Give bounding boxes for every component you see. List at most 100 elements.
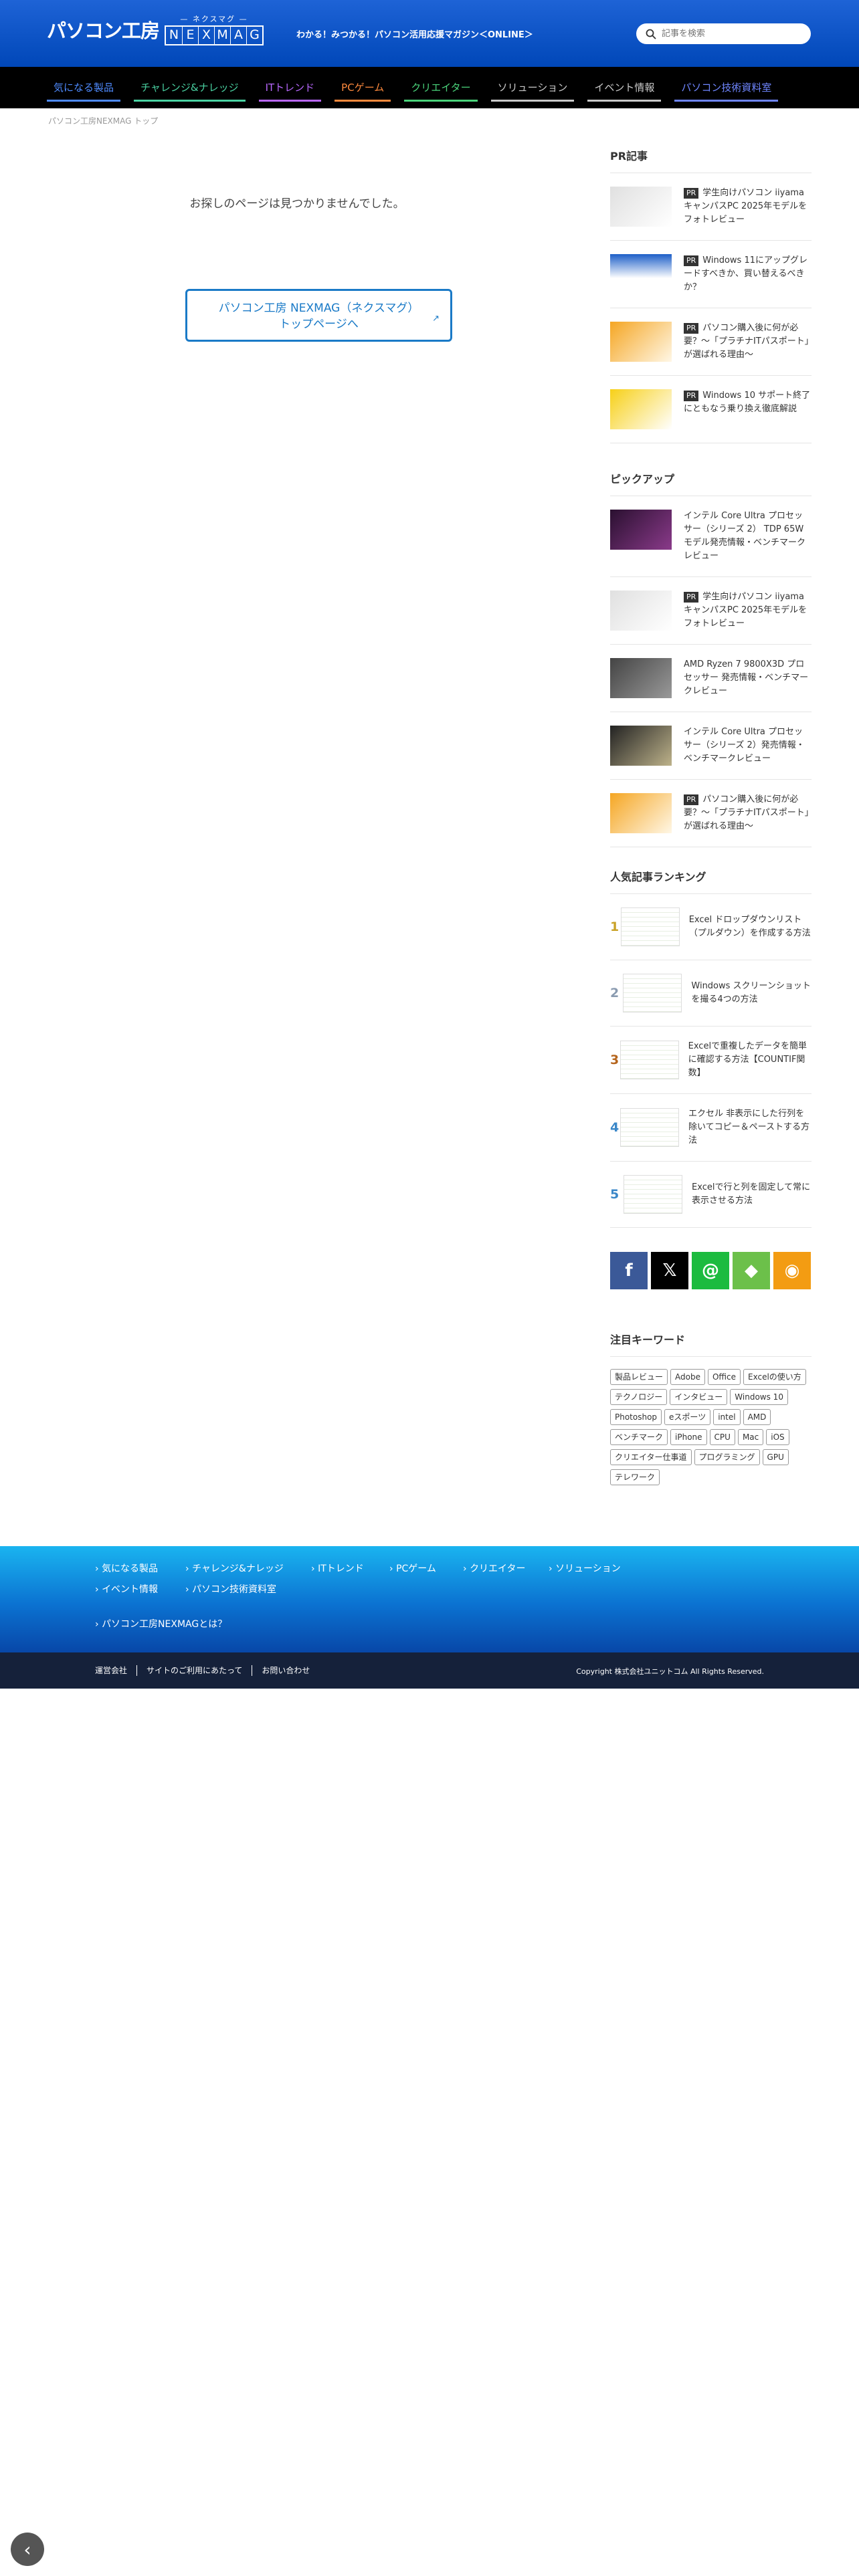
- article-text: インテル Core Ultra プロセッサー（シリーズ 2） TDP 65Wモデ…: [684, 510, 812, 563]
- keyword-tag[interactable]: テクノロジー: [610, 1389, 668, 1405]
- ranking-title: Excel ドロップダウンリスト（プルダウン）を作成する方法: [688, 915, 811, 938]
- keyword-tag[interactable]: Windows 10: [730, 1389, 788, 1405]
- keyword-tag[interactable]: ベンチマーク: [610, 1429, 668, 1445]
- article-title: インテル Core Ultra プロセッサー（シリーズ 2） TDP 65Wモデ…: [684, 511, 806, 561]
- ranking-item[interactable]: 5 Excelで行と列を固定して常に表示させる方法: [610, 1162, 812, 1228]
- footer-link[interactable]: 気になる製品: [95, 1562, 158, 1575]
- ranking-title: Excelで行と列を固定して常に表示させる方法: [692, 1182, 811, 1206]
- article-item[interactable]: PR Windows 10 サポート終了にともなう乗り換え徹底解説: [610, 376, 812, 443]
- logo-letter: N: [169, 27, 179, 42]
- footer-link[interactable]: PCゲーム: [389, 1562, 436, 1575]
- search-input[interactable]: [662, 29, 795, 39]
- nav-item[interactable]: パソコン技術資料室: [674, 80, 779, 102]
- mail-icon[interactable]: @: [692, 1252, 729, 1289]
- copyright: Copyright 株式会社ユニットコム All Rights Reserved…: [576, 1667, 764, 1676]
- logo-letter: A: [230, 27, 246, 44]
- keyword-tag[interactable]: Excelの使い方: [743, 1369, 806, 1385]
- ranking-item[interactable]: 1 Excel ドロップダウンリスト（プルダウン）を作成する方法: [610, 894, 812, 960]
- button-line-2: トップページへ: [279, 318, 359, 331]
- logo-letters: N E X M A G: [165, 25, 264, 45]
- footer-link[interactable]: ITトレンド: [311, 1562, 364, 1575]
- keyword-tag[interactable]: クリエイター仕事道: [610, 1449, 692, 1465]
- article-title: インテル Core Ultra プロセッサー（シリーズ 2）発売情報・ベンチマー…: [684, 727, 805, 764]
- x-icon[interactable]: 𝕏: [651, 1252, 688, 1289]
- article-text: インテル Core Ultra プロセッサー（シリーズ 2）発売情報・ベンチマー…: [684, 726, 812, 766]
- breadcrumb[interactable]: パソコン工房NEXMAG トップ: [48, 115, 158, 126]
- keyword-tag[interactable]: Mac: [737, 1429, 764, 1445]
- back-arrow-button[interactable]: ‹: [11, 2533, 44, 2566]
- footer-company-link[interactable]: 運営会社: [95, 1665, 136, 1676]
- site-logo[interactable]: パソコン工房 — ネクスマグ — N E X M A G: [47, 13, 264, 45]
- keyword-tag[interactable]: インタビュー: [670, 1389, 728, 1405]
- footer-link[interactable]: チャレンジ&ナレッジ: [185, 1562, 284, 1575]
- logo-kana: — ネクスマグ —: [180, 15, 248, 23]
- logo-letter: X: [198, 27, 214, 44]
- ranking-item[interactable]: 2 Windows スクリーンショットを撮る4つの方法: [610, 960, 812, 1027]
- article-thumbnail: [610, 322, 672, 362]
- article-thumbnail: [610, 389, 672, 429]
- nav-item[interactable]: クリエイター: [404, 80, 478, 102]
- article-item[interactable]: AMD Ryzen 7 9800X3D プロセッサー 発売情報・ベンチマークレビ…: [610, 645, 812, 712]
- keyword-tag[interactable]: Photoshop: [610, 1409, 662, 1425]
- keyword-tag[interactable]: iPhone: [670, 1429, 707, 1445]
- tagline: わかる！みつかる！パソコン活用応援マガジン＜ONLINE＞: [296, 30, 533, 40]
- ranking-thumbnail: [619, 1041, 679, 1079]
- footer-link[interactable]: パソコン技術資料室: [185, 1582, 276, 1596]
- article-item[interactable]: PR パソコン購入後に何が必要？〜「プラチナITパスポート」が選ばれる理由〜: [610, 308, 812, 376]
- keyword-tag[interactable]: プログラミング: [694, 1449, 760, 1465]
- footer-link-about[interactable]: パソコン工房NEXMAGとは？: [95, 1617, 227, 1630]
- keyword-tag[interactable]: eスポーツ: [664, 1409, 711, 1425]
- article-text: PR Windows 11にアップグレードすべきか、買い替えるべきか？: [684, 254, 812, 294]
- keyword-tag[interactable]: 製品レビュー: [610, 1369, 668, 1385]
- nav-item[interactable]: 気になる製品: [47, 80, 121, 102]
- external-link-icon: ↗: [432, 314, 440, 324]
- nav-item[interactable]: イベント情報: [587, 80, 662, 102]
- facebook-icon[interactable]: f: [610, 1252, 648, 1289]
- nav-item[interactable]: ソリューション: [490, 80, 575, 102]
- rss-icon[interactable]: ◉: [773, 1252, 811, 1289]
- ranking-title: Excelで重複したデータを簡単に確認する方法【COUNTIF関数】: [688, 1041, 807, 1078]
- ranking-item[interactable]: 3 Excelで重複したデータを簡単に確認する方法【COUNTIF関数】: [610, 1027, 812, 1094]
- back-to-top-page-button[interactable]: パソコン工房 NEXMAG（ネクスマグ） トップページへ ↗: [185, 289, 452, 342]
- keyword-tag[interactable]: GPU: [762, 1449, 789, 1465]
- article-item[interactable]: PR 学生向けパソコン iiyama キャンパスPC 2025年モデルをフォトレビ…: [610, 173, 812, 241]
- footer-link[interactable]: イベント情報: [95, 1582, 158, 1596]
- search-box[interactable]: [636, 23, 811, 44]
- button-line-1: パソコン工房 NEXMAG（ネクスマグ）: [218, 302, 419, 315]
- search-icon[interactable]: [646, 29, 656, 39]
- pr-badge: PR: [684, 255, 699, 266]
- nav-item[interactable]: PCゲーム: [335, 80, 391, 102]
- feedly-icon[interactable]: ◆: [733, 1252, 770, 1289]
- rank-number: 4: [610, 1120, 619, 1135]
- keyword-heading: 注目キーワード: [610, 1331, 812, 1357]
- nav-item[interactable]: ITトレンド: [258, 80, 322, 102]
- pr-badge: PR: [684, 592, 699, 603]
- keyword-section: 注目キーワード: [610, 1331, 812, 1357]
- pickup-heading: ピックアップ: [610, 470, 812, 496]
- keyword-tag[interactable]: テレワーク: [610, 1469, 660, 1485]
- nav-item[interactable]: チャレンジ&ナレッジ: [134, 80, 246, 102]
- article-thumbnail: [610, 658, 672, 698]
- footer-contact-link[interactable]: お問い合わせ: [252, 1665, 319, 1676]
- article-text: PR Windows 10 サポート終了にともなう乗り換え徹底解説: [684, 389, 812, 429]
- article-title: Windows 11にアップグレードすべきか、買い替えるべきか？: [684, 255, 807, 292]
- article-item[interactable]: PR 学生向けパソコン iiyama キャンパスPC 2025年モデルをフォトレビ…: [610, 577, 812, 645]
- article-item[interactable]: PR パソコン購入後に何が必要？〜「プラチナITパスポート」が選ばれる理由〜: [610, 780, 812, 847]
- keyword-tag[interactable]: Adobe: [670, 1369, 705, 1385]
- keyword-tag[interactable]: AMD: [743, 1409, 771, 1425]
- article-item[interactable]: PR Windows 11にアップグレードすべきか、買い替えるべきか？: [610, 241, 812, 308]
- ranking-item[interactable]: 4 エクセル 非表示にした行列を除いてコピー＆ペーストする方法: [610, 1094, 812, 1162]
- keyword-tag[interactable]: Office: [707, 1369, 741, 1385]
- footer-link[interactable]: ソリューション: [549, 1562, 621, 1575]
- social-share: f 𝕏 @ ◆ ◉: [610, 1252, 814, 1289]
- keyword-tag[interactable]: CPU: [709, 1429, 735, 1445]
- footer-terms-link[interactable]: サイトのご利用にあたって: [136, 1665, 252, 1676]
- footer-link[interactable]: クリエイター: [463, 1562, 525, 1575]
- ranking-thumbnail: [623, 974, 682, 1012]
- pr-badge: PR: [684, 391, 699, 401]
- article-item[interactable]: インテル Core Ultra プロセッサー（シリーズ 2） TDP 65Wモデ…: [610, 496, 812, 577]
- keyword-tag[interactable]: iOS: [766, 1429, 789, 1445]
- logo-text: パソコン工房: [47, 19, 160, 42]
- keyword-tag[interactable]: intel: [713, 1409, 741, 1425]
- article-item[interactable]: インテル Core Ultra プロセッサー（シリーズ 2）発売情報・ベンチマー…: [610, 712, 812, 780]
